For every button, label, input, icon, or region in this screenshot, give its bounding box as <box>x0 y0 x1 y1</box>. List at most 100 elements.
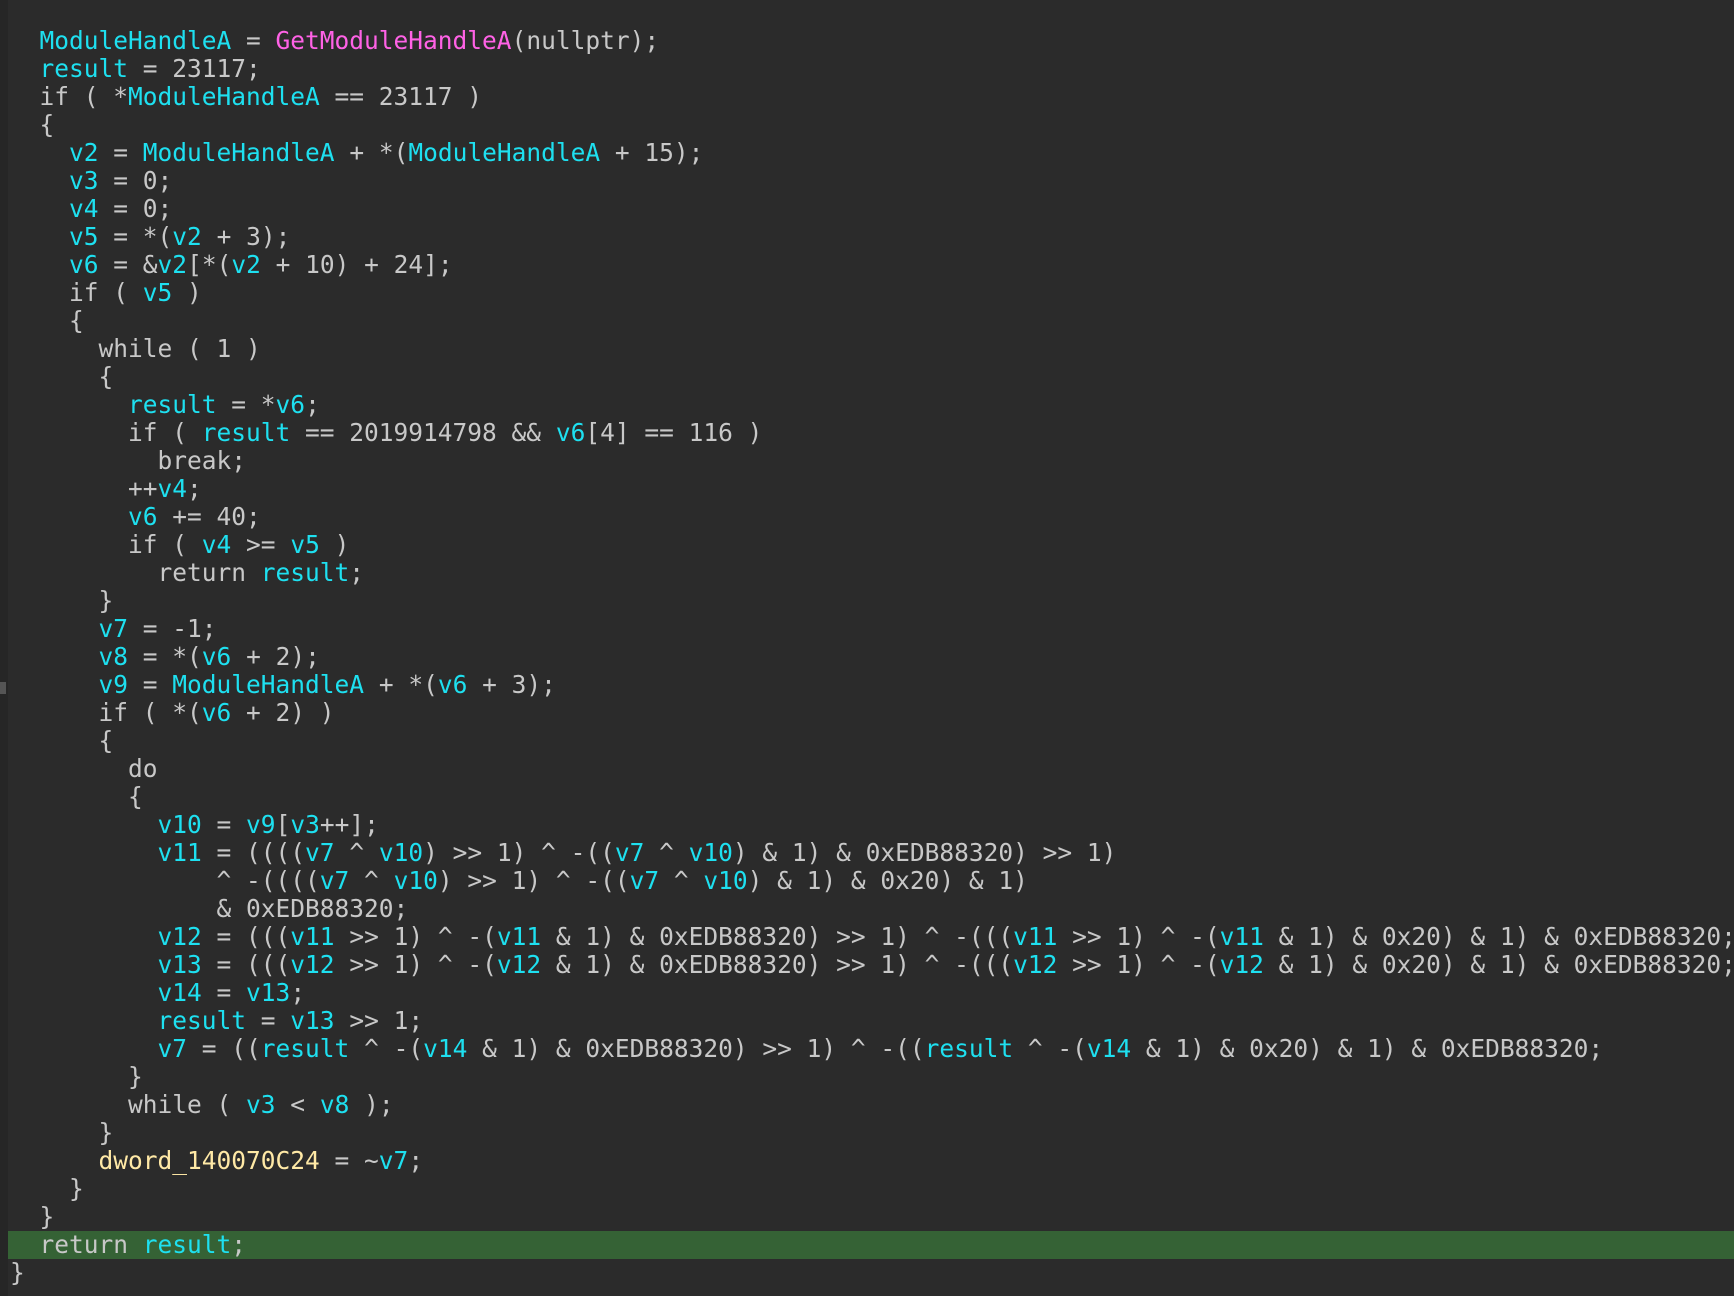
code-variable[interactable]: result <box>143 1230 232 1259</box>
code-variable[interactable]: v13 <box>290 1006 334 1035</box>
code-variable[interactable]: v6 <box>556 418 586 447</box>
code-line[interactable]: { <box>8 783 1734 811</box>
code-variable[interactable]: v10 <box>703 866 747 895</box>
code-variable[interactable]: v13 <box>246 978 290 1007</box>
code-variable[interactable]: v3 <box>246 1090 276 1119</box>
code-line[interactable]: if ( *ModuleHandleA == 23117 ) <box>8 83 1734 111</box>
code-variable[interactable]: v4 <box>158 474 188 503</box>
code-variable[interactable]: v12 <box>497 950 541 979</box>
code-variable[interactable]: v14 <box>423 1034 467 1063</box>
code-variable[interactable]: ModuleHandleA <box>40 26 232 55</box>
code-variable[interactable]: v9 <box>99 670 129 699</box>
code-variable[interactable]: result <box>202 418 291 447</box>
code-line[interactable]: ++v4; <box>8 475 1734 503</box>
code-line[interactable]: v5 = *(v2 + 3); <box>8 223 1734 251</box>
code-line[interactable]: v7 = -1; <box>8 615 1734 643</box>
code-line[interactable]: if ( v4 >= v5 ) <box>8 531 1734 559</box>
code-line[interactable]: { <box>8 307 1734 335</box>
code-line[interactable]: v14 = v13; <box>8 979 1734 1007</box>
pseudocode-editor[interactable]: ModuleHandleA = GetModuleHandleA(nullptr… <box>0 0 1734 1296</box>
code-line[interactable]: v13 = (((v12 >> 1) ^ -(v12 & 1) & 0xEDB8… <box>8 951 1734 979</box>
code-line[interactable]: v6 = &v2[*(v2 + 10) + 24]; <box>8 251 1734 279</box>
code-line[interactable]: v6 += 40; <box>8 503 1734 531</box>
code-variable[interactable]: v12 <box>1013 950 1057 979</box>
code-line[interactable]: } <box>8 587 1734 615</box>
code-line[interactable]: & 0xEDB88320; <box>8 895 1734 923</box>
code-variable[interactable]: v6 <box>128 502 158 531</box>
code-variable[interactable]: v7 <box>305 838 335 867</box>
code-variable[interactable]: v6 <box>202 698 232 727</box>
code-variable[interactable]: v5 <box>69 222 99 251</box>
code-variable[interactable]: v3 <box>69 166 99 195</box>
code-line[interactable]: ^ -((((v7 ^ v10) >> 1) ^ -((v7 ^ v10) & … <box>8 867 1734 895</box>
code-line[interactable]: result = *v6; <box>8 391 1734 419</box>
code-line[interactable]: v4 = 0; <box>8 195 1734 223</box>
code-line[interactable]: v9 = ModuleHandleA + *(v6 + 3); <box>8 671 1734 699</box>
code-variable[interactable]: v7 <box>320 866 350 895</box>
code-variable[interactable]: v7 <box>379 1146 409 1175</box>
code-line[interactable]: while ( v3 < v8 ); <box>8 1091 1734 1119</box>
code-variable[interactable]: v6 <box>276 390 306 419</box>
code-variable[interactable]: ModuleHandleA <box>143 138 335 167</box>
code-line[interactable]: if ( result == 2019914798 && v6[4] == 11… <box>8 419 1734 447</box>
code-variable[interactable]: result <box>128 390 217 419</box>
code-variable[interactable]: v10 <box>158 810 202 839</box>
code-line[interactable]: return result; <box>8 559 1734 587</box>
code-variable[interactable]: v7 <box>158 1034 188 1063</box>
code-line[interactable]: v2 = ModuleHandleA + *(ModuleHandleA + 1… <box>8 139 1734 167</box>
code-variable[interactable]: v6 <box>202 642 232 671</box>
code-variable[interactable]: v6 <box>69 250 99 279</box>
code-variable[interactable]: v12 <box>290 950 334 979</box>
code-variable[interactable]: v2 <box>158 250 188 279</box>
code-variable[interactable]: result <box>261 558 350 587</box>
code-variable[interactable]: v4 <box>202 530 232 559</box>
code-variable[interactable]: v14 <box>158 978 202 1007</box>
code-line[interactable]: v3 = 0; <box>8 167 1734 195</box>
code-line[interactable]: { <box>8 363 1734 391</box>
code-variable[interactable]: v5 <box>290 530 320 559</box>
code-variable[interactable]: result <box>40 54 129 83</box>
code-variable[interactable]: v11 <box>497 922 541 951</box>
code-variable[interactable]: v11 <box>1220 922 1264 951</box>
code-variable[interactable]: v11 <box>158 838 202 867</box>
code-variable[interactable]: ModuleHandleA <box>408 138 600 167</box>
code-variable[interactable]: v7 <box>99 614 129 643</box>
code-variable[interactable]: ModuleHandleA <box>128 82 320 111</box>
code-variable[interactable]: v11 <box>290 922 334 951</box>
code-variable[interactable]: v3 <box>290 810 320 839</box>
code-line[interactable]: } <box>8 1119 1734 1147</box>
code-view[interactable]: ModuleHandleA = GetModuleHandleA(nullptr… <box>8 27 1734 1287</box>
code-variable[interactable]: v10 <box>379 838 423 867</box>
code-variable[interactable]: v10 <box>394 866 438 895</box>
code-variable[interactable]: v10 <box>689 838 733 867</box>
code-variable[interactable]: v7 <box>615 838 645 867</box>
code-variable[interactable]: v5 <box>143 278 173 307</box>
code-line[interactable]: dword_140070C24 = ~v7; <box>8 1147 1734 1175</box>
code-variable[interactable]: v9 <box>246 810 276 839</box>
code-variable[interactable]: v2 <box>172 222 202 251</box>
code-line[interactable]: v7 = ((result ^ -(v14 & 1) & 0xEDB88320)… <box>8 1035 1734 1063</box>
code-variable[interactable]: ModuleHandleA <box>172 670 364 699</box>
code-line[interactable]: v12 = (((v11 >> 1) ^ -(v11 & 1) & 0xEDB8… <box>8 923 1734 951</box>
code-line[interactable]: result = v13 >> 1; <box>8 1007 1734 1035</box>
code-variable[interactable]: v2 <box>231 250 261 279</box>
code-line[interactable]: { <box>8 727 1734 755</box>
code-global-name[interactable]: dword_140070C24 <box>99 1146 320 1175</box>
code-line[interactable]: } <box>8 1259 1734 1287</box>
code-variable[interactable]: v4 <box>69 194 99 223</box>
code-variable[interactable]: v6 <box>438 670 468 699</box>
code-line-current[interactable]: return result; <box>8 1231 1734 1259</box>
code-variable[interactable]: v14 <box>1087 1034 1131 1063</box>
code-variable[interactable]: v8 <box>99 642 129 671</box>
code-line[interactable]: v11 = ((((v7 ^ v10) >> 1) ^ -((v7 ^ v10)… <box>8 839 1734 867</box>
code-variable[interactable]: v12 <box>1220 950 1264 979</box>
code-variable[interactable]: result <box>925 1034 1014 1063</box>
code-line[interactable]: do <box>8 755 1734 783</box>
code-line[interactable]: } <box>8 1203 1734 1231</box>
code-variable[interactable]: v12 <box>158 922 202 951</box>
code-line[interactable]: } <box>8 1063 1734 1091</box>
code-line[interactable]: while ( 1 ) <box>8 335 1734 363</box>
code-variable[interactable]: v8 <box>320 1090 350 1119</box>
code-line[interactable]: result = 23117; <box>8 55 1734 83</box>
code-line[interactable]: } <box>8 1175 1734 1203</box>
